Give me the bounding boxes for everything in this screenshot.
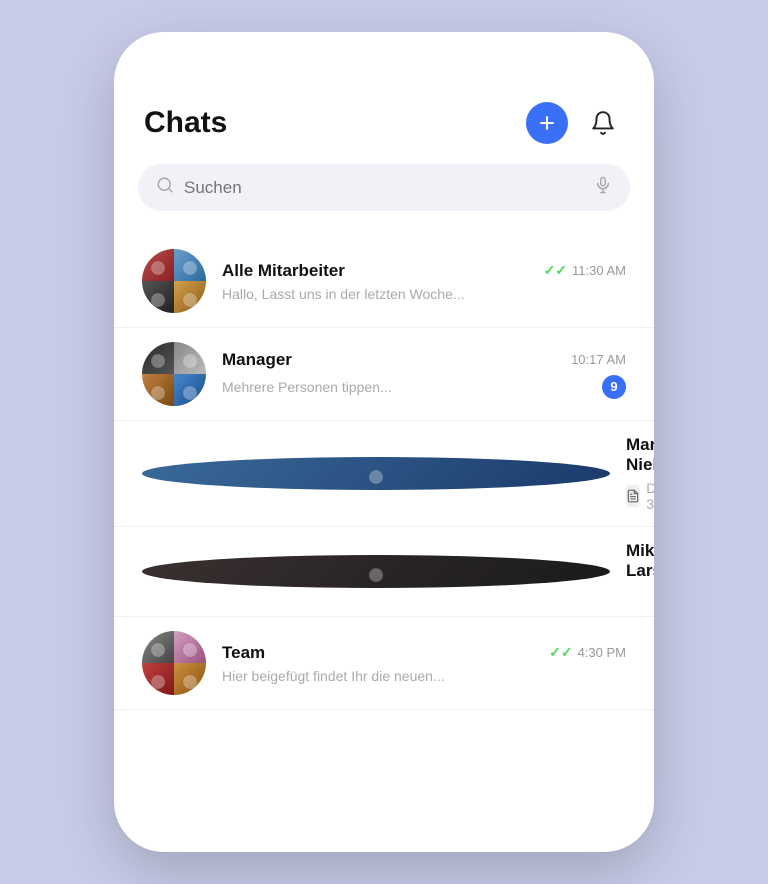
chat-meta-alle: ✓✓ 11:30 AM: [544, 262, 626, 279]
double-check-team: ✓✓: [549, 644, 572, 661]
chat-item-manager[interactable]: Manager 10:17 AM Mehrere Personen tippen…: [114, 328, 654, 421]
chat-meta-team: ✓✓ 4:30 PM: [549, 644, 626, 661]
avatar-mikkel: [142, 555, 610, 588]
chat-name-mikkel: Mikkel Larsen: [626, 541, 654, 581]
chat-top-team: Team ✓✓ 4:30 PM: [222, 643, 626, 663]
phone-inner: Chats: [114, 92, 654, 710]
chat-name-manager: Manager: [222, 350, 292, 370]
phone-frame: Chats: [114, 32, 654, 852]
chat-top-manager: Manager 10:17 AM: [222, 350, 626, 370]
chat-bottom-team: Hier beigefügt findet Ihr die neuen...: [222, 668, 626, 684]
mic-icon[interactable]: [594, 176, 612, 199]
chat-bottom-alle: Hallo, Lasst uns in der letzten Woche...: [222, 286, 626, 302]
chat-time-alle: 11:30 AM: [572, 263, 626, 278]
header: Chats: [114, 92, 654, 164]
notifications-button[interactable]: [582, 102, 624, 144]
chat-preview-manager: Mehrere Personen tippen...: [222, 379, 602, 395]
chat-top-alle: Alle Mitarbeiter ✓✓ 11:30 AM: [222, 261, 626, 281]
chat-name-maria: Maria Nielsen: [626, 435, 654, 475]
new-chat-button[interactable]: [526, 102, 568, 144]
chat-content-manager: Manager 10:17 AM Mehrere Personen tippen…: [222, 350, 626, 399]
avatar-gruppe-team: [142, 631, 206, 695]
search-bar: [138, 164, 630, 211]
chat-preview-team: Hier beigefügt findet Ihr die neuen...: [222, 668, 626, 684]
chat-time-team: 4:30 PM: [578, 645, 626, 660]
chat-preview-alle: Hallo, Lasst uns in der letzten Woche...: [222, 286, 626, 302]
plus-icon: [537, 113, 557, 133]
avatar-gruppe-alle: [142, 249, 206, 313]
chat-item-team[interactable]: Team ✓✓ 4:30 PM Hier beigefügt findet Ih…: [114, 617, 654, 710]
chat-name-team: Team: [222, 643, 265, 663]
chat-name-alle: Alle Mitarbeiter: [222, 261, 345, 281]
doc-icon-maria: [626, 485, 640, 507]
chat-time-manager: 10:17 AM: [571, 352, 626, 367]
header-actions: [526, 102, 624, 144]
chat-list: Alle Mitarbeiter ✓✓ 11:30 AM Hallo, Lass…: [114, 235, 654, 710]
chat-item-mikkel-larsen[interactable]: Mikkel Larsen ✓✓ 5:17 PM Hallo!: [114, 527, 654, 617]
chat-meta-manager: 10:17 AM: [571, 352, 626, 367]
search-icon: [156, 176, 174, 199]
chat-content-team: Team ✓✓ 4:30 PM Hier beigefügt findet Ih…: [222, 643, 626, 684]
chat-content-alle: Alle Mitarbeiter ✓✓ 11:30 AM Hallo, Lass…: [222, 261, 626, 302]
bell-icon: [590, 110, 616, 136]
chat-bottom-manager: Mehrere Personen tippen... 9: [222, 375, 626, 399]
double-check-alle: ✓✓: [544, 262, 567, 279]
search-input[interactable]: [184, 178, 584, 198]
chat-item-maria-nielsen[interactable]: Maria Nielsen 6:55 PM: [114, 421, 654, 527]
unread-badge-manager: 9: [602, 375, 626, 399]
page-title: Chats: [144, 106, 227, 140]
avatar-maria: [142, 457, 610, 490]
doc-filename-maria: Doc 3.pdf: [646, 480, 654, 512]
avatar-gruppe-manager: [142, 342, 206, 406]
doc-preview-maria: Doc 3.pdf: [626, 480, 654, 512]
chat-item-alle-mitarbeiter[interactable]: Alle Mitarbeiter ✓✓ 11:30 AM Hallo, Lass…: [114, 235, 654, 328]
